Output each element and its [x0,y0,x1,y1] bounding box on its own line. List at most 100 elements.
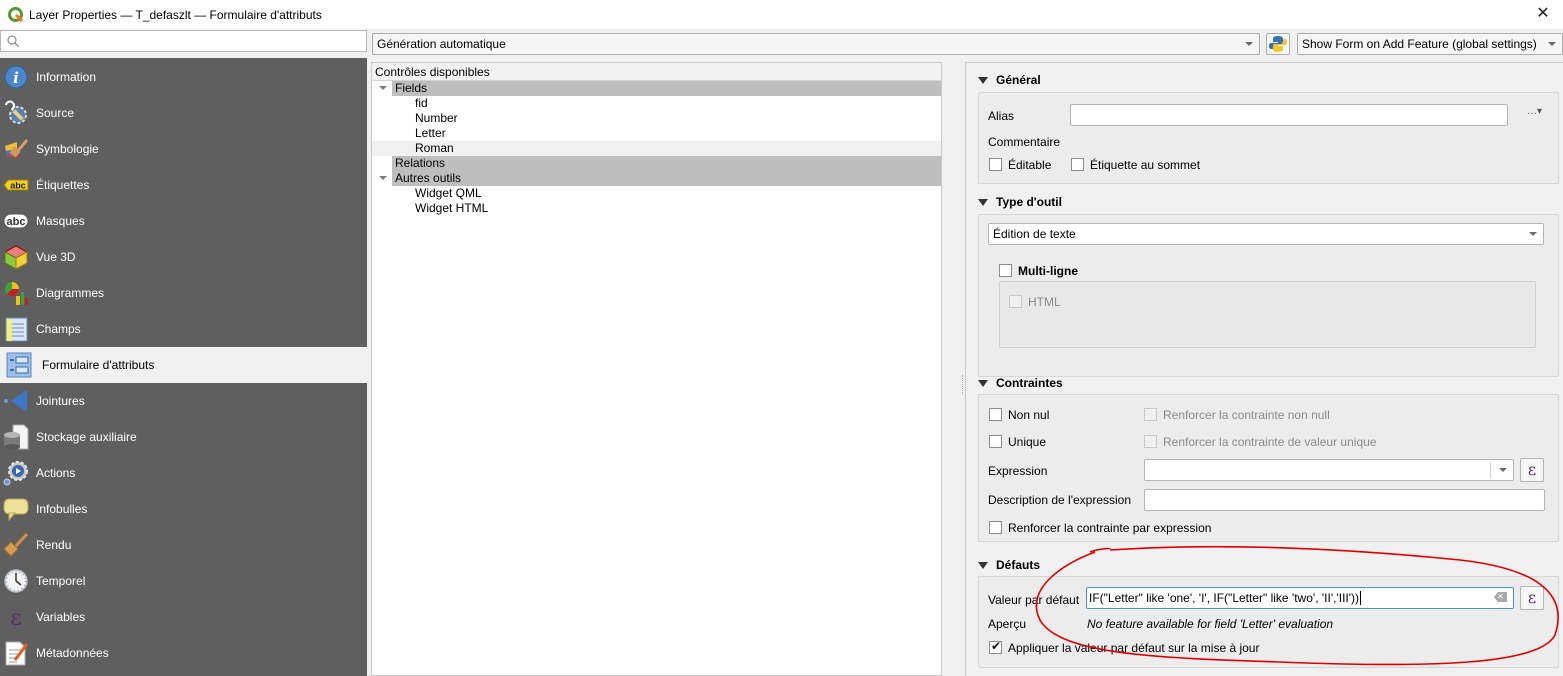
preview-label: Aperçu [988,617,1027,631]
section-defaults: Valeur par défaut IF("Letter" like 'one'… [978,576,1559,668]
alias-input[interactable] [1070,104,1508,126]
section-widget-type-header[interactable]: Type d'outil [978,195,1062,209]
enforce-expression-checkbox[interactable] [989,521,1002,534]
title-bar: Layer Properties — T_defaszlt — Formulai… [0,0,1563,29]
sidebar-item-joins[interactable]: Jointures [0,383,367,419]
tree-header: Contrôles disponibles [372,63,941,81]
sidebar-item-fields[interactable]: Champs [0,311,367,347]
panel-splitter-handle[interactable] [962,375,964,395]
rendering-brush-icon [3,532,29,558]
svg-text:abc: abc [7,216,26,228]
not-null-label: Non nul [1008,408,1050,422]
default-value-expression-button[interactable]: ε [1520,586,1544,610]
tree-item-widget[interactable]: Widget HTML [372,201,941,216]
sidebar-item-3d-view[interactable]: Vue 3D [0,239,367,275]
default-value-input[interactable]: IF("Letter" like 'one', 'I', IF("Letter"… [1086,587,1514,609]
expression-builder-button[interactable]: ε [1520,458,1544,482]
tree-group-fields[interactable]: Fields [372,81,941,96]
sidebar-item-temporal[interactable]: Temporel [0,563,367,599]
masks-abc-icon: abc [3,208,29,234]
sidebar-item-label: Temporel [36,574,86,588]
sidebar-item-metadata[interactable]: Métadonnées [0,635,367,671]
apply-default-on-update-checkbox[interactable] [989,639,1002,654]
sidebar-item-information[interactable]: i Information [0,59,367,95]
expression-description-input[interactable] [1144,489,1545,511]
sidebar-item-label: Champs [36,322,81,336]
expression-combo[interactable] [1144,459,1514,481]
layout-mode-value: Génération automatique [377,37,506,51]
tree-item-field[interactable]: fid [372,96,941,111]
close-icon[interactable]: ✕ [1533,4,1553,24]
tree-group-relations[interactable]: Relations [372,156,941,171]
label-on-top-checkbox[interactable] [1071,158,1084,171]
sidebar-search-input[interactable] [23,32,353,50]
sidebar-item-diagrams[interactable]: Diagrammes [0,275,367,311]
tooltip-bubble-icon [3,496,29,522]
alias-more-button[interactable]: …▾ [1527,106,1542,117]
html-checkbox[interactable] [1009,295,1022,308]
label-on-top-label: Étiquette au sommet [1090,158,1201,172]
sidebar-item-auxiliary-storage[interactable]: Stockage auxiliaire [0,419,367,455]
cube-3d-icon [3,244,29,270]
tree-item-field-selected[interactable]: Roman [372,141,941,156]
tree-item-widget[interactable]: Widget QML [372,186,941,201]
expand-arrow-icon[interactable] [379,86,387,90]
sidebar-item-label: Information [36,70,97,84]
sidebar-item-attribute-form[interactable]: Formulaire d'attributs [0,347,367,383]
info-icon: i [3,64,29,90]
default-value-label: Valeur par défaut [988,593,1080,607]
multiline-checkbox[interactable] [999,264,1012,277]
sidebar-item-symbology[interactable]: Symbologie [0,131,367,167]
default-value-text: IF("Letter" like 'one', 'I', IF("Letter"… [1089,591,1362,605]
qgis-logo-icon [8,6,24,23]
layout-mode-combo[interactable]: Génération automatique [372,33,1260,55]
collapse-arrow-icon [978,76,988,84]
sidebar-item-label: Variables [36,610,86,624]
form-suppress-combo[interactable]: Show Form on Add Feature (global setting… [1297,33,1563,55]
sidebar-item-label: Étiquettes [36,178,90,192]
tree-item-field[interactable]: Letter [372,126,941,141]
chevron-down-icon [1529,232,1537,236]
expression-label: Expression [988,464,1048,478]
tree-group-other-tools[interactable]: Autres outils [372,171,941,186]
collapse-arrow-icon [978,561,988,569]
sidebar-item-label: Métadonnées [36,646,109,660]
unique-checkbox[interactable] [989,435,1002,448]
multiline-group: HTML [999,281,1536,348]
sidebar-item-variables[interactable]: ε Variables [0,599,367,635]
sidebar-item-labels[interactable]: abc Étiquettes [0,167,367,203]
enforce-not-null-label: Renforcer la contrainte non null [1163,408,1330,422]
sidebar-item-label: Symbologie [36,142,99,156]
enforce-unique-checkbox[interactable] [1144,435,1157,448]
tree-item-field[interactable]: Number [372,111,941,126]
widget-type-combo[interactable]: Édition de texte [988,223,1544,245]
svg-text:ε: ε [10,606,21,630]
collapse-arrow-icon [978,198,988,206]
editable-checkbox[interactable] [989,158,1002,171]
form-suppress-value: Show Form on Add Feature (global setting… [1302,37,1537,51]
clear-input-icon[interactable]: ✕ [1494,592,1507,602]
sidebar-search[interactable] [0,30,367,52]
sidebar-item-source[interactable]: Source [0,95,367,131]
svg-text:i: i [13,69,19,87]
sidebar-item-masks[interactable]: abc Masques [0,203,367,239]
sidebar-item-rendering[interactable]: Rendu [0,527,367,563]
section-constraints-header[interactable]: Contraintes [978,376,1063,390]
sidebar-item-label: Formulaire d'attributs [42,358,155,372]
sidebar-item-tooltips[interactable]: Infobulles [0,491,367,527]
not-null-checkbox[interactable] [989,408,1002,421]
python-init-button[interactable] [1266,33,1290,55]
field-properties-panel: Général Alias …▾ Commentaire Éditable Ét… [965,62,1563,676]
section-widget-type: Édition de texte Multi-ligne HTML [978,214,1559,377]
available-widgets-tree[interactable]: Contrôles disponibles Fields fid Number … [371,62,942,676]
section-defaults-header[interactable]: Défauts [978,558,1040,572]
sidebar-item-label: Diagrammes [36,286,105,300]
sidebar-item-label: Jointures [36,394,85,408]
sidebar-item-label: Vue 3D [36,250,76,264]
expand-arrow-icon[interactable] [379,176,387,180]
sidebar-item-label: Source [36,106,75,120]
enforce-not-null-checkbox[interactable] [1144,408,1157,421]
section-general-header[interactable]: Général [978,73,1041,87]
widget-type-value: Édition de texte [993,227,1076,241]
sidebar-item-actions[interactable]: Actions [0,455,367,491]
